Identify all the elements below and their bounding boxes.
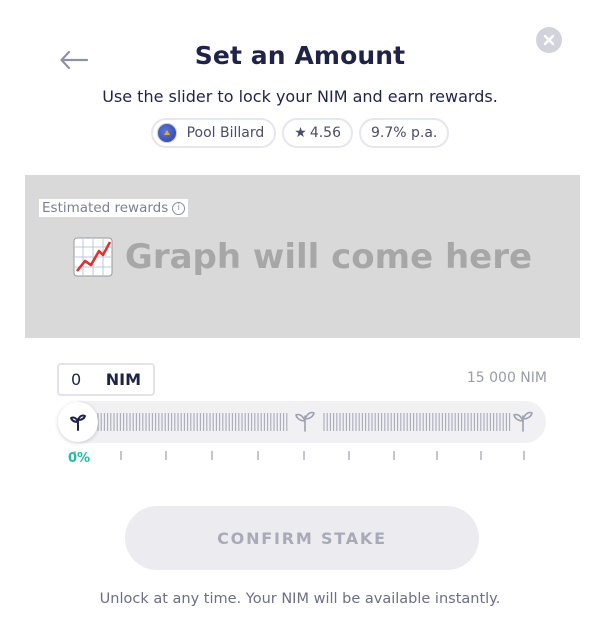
confirm-stake-button[interactable]: CONFIRM STAKE	[125, 506, 479, 570]
graph-placeholder-label: Graph will come here	[124, 237, 533, 277]
graph-label-text: Estimated rewards	[42, 200, 169, 216]
amount-input[interactable]: 0 NIM	[57, 363, 155, 396]
validator-avatar-icon	[156, 123, 177, 143]
amount-value: 0	[71, 370, 82, 389]
slider-knob[interactable]	[58, 402, 98, 442]
graph-label: Estimated rewards i	[39, 199, 189, 217]
slider-graphics	[97, 411, 533, 432]
sprout-marker-icon	[513, 411, 533, 432]
max-amount-label: 15 000 NIM	[466, 370, 547, 386]
chart-increasing-icon	[73, 237, 113, 277]
info-icon[interactable]: i	[172, 201, 186, 215]
validator-chips: Pool Billard ★ 4.56 9.7% p.a.	[0, 118, 600, 148]
footer-note: Unlock at any time. Your NIM will be ava…	[99, 591, 501, 607]
rating-chip: ★ 4.56	[282, 118, 353, 148]
sprout-marker-icon	[295, 411, 315, 432]
stake-slider-track[interactable]	[62, 401, 546, 443]
page-subtitle: Use the slider to lock your NIM and earn…	[102, 87, 498, 106]
page-title: Set an Amount	[194, 41, 406, 70]
reward-chip: 9.7% p.a.	[359, 118, 450, 148]
star-icon: ★	[294, 125, 307, 141]
validator-chip[interactable]: Pool Billard	[150, 118, 277, 148]
reward-value: 9.7% p.a.	[371, 125, 438, 141]
slider-percent-label: 0%	[68, 451, 91, 466]
sprout-icon	[70, 414, 86, 431]
rating-value: 4.56	[309, 125, 341, 141]
amount-unit: NIM	[105, 370, 141, 389]
validator-name: Pool Billard	[186, 125, 265, 141]
graph-placeholder-text: Graph will come here	[25, 237, 580, 277]
rewards-graph-placeholder: Estimated rewards i Graph will come here	[25, 175, 580, 338]
